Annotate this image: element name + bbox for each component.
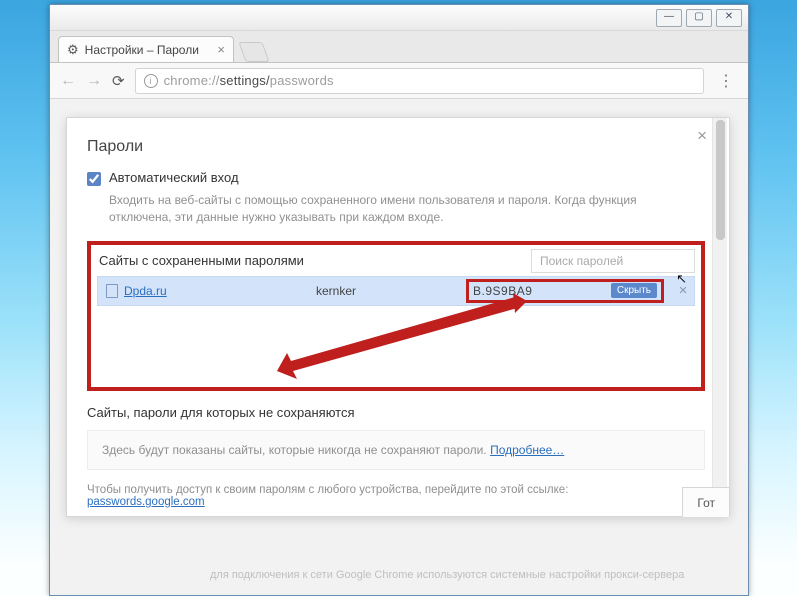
window-maximize-button[interactable]: ▢ xyxy=(686,9,712,27)
saved-passwords-title: Сайты с сохраненными паролями xyxy=(97,247,304,276)
browser-toolbar: ← → ⟳ i chrome://settings/passwords ⋮ xyxy=(50,63,748,99)
window-close-button[interactable]: ✕ xyxy=(716,9,742,27)
never-save-empty-box: Здесь будут показаны сайты, которые нико… xyxy=(87,430,705,470)
tab-settings-passwords[interactable]: ⚙ Настройки – Пароли × xyxy=(58,36,234,62)
got-it-button[interactable]: Гот xyxy=(682,487,729,517)
hide-password-button[interactable]: Скрыть xyxy=(611,283,657,298)
password-value: B.9S9BA9 xyxy=(473,284,532,298)
saved-password-row[interactable]: Dpda.ru kernker B.9S9BA9 Скрыть × xyxy=(97,276,695,306)
tab-close-icon[interactable]: × xyxy=(217,42,225,57)
overlay-footer: Чтобы получить доступ к своим паролям с … xyxy=(87,484,705,508)
auto-signin-row: Автоматический вход xyxy=(87,170,705,186)
site-info-icon[interactable]: i xyxy=(144,74,158,88)
never-save-title: Сайты, пароли для которых не сохраняются xyxy=(87,405,705,420)
background-hint-text: для подключения к сети Google Chrome исп… xyxy=(210,569,684,581)
username-cell: kernker xyxy=(308,284,458,298)
forward-button[interactable]: → xyxy=(86,72,102,90)
site-link[interactable]: Dpda.ru xyxy=(124,284,167,298)
auto-signin-checkbox[interactable] xyxy=(87,172,101,186)
reload-button[interactable]: ⟳ xyxy=(112,72,125,90)
new-tab-button[interactable] xyxy=(238,42,269,62)
gear-icon: ⚙ xyxy=(67,42,79,58)
window-titlebar: — ▢ ✕ xyxy=(50,5,748,31)
window-minimize-button[interactable]: — xyxy=(656,9,682,27)
browser-window: — ▢ ✕ ⚙ Настройки – Пароли × ← → ⟳ i chr… xyxy=(49,4,749,596)
site-cell: Dpda.ru xyxy=(98,284,308,298)
auto-signin-help: Входить на веб-сайты с помощью сохраненн… xyxy=(109,192,669,227)
back-button[interactable]: ← xyxy=(60,72,76,90)
overlay-close-button[interactable]: × xyxy=(697,126,707,146)
passwords-google-link[interactable]: passwords.google.com xyxy=(87,496,205,508)
mouse-cursor-icon: ↖ xyxy=(676,271,687,287)
search-placeholder: Поиск паролей xyxy=(540,254,623,268)
address-bar[interactable]: i chrome://settings/passwords xyxy=(135,68,704,94)
content-area: для подключения к сети Google Chrome исп… xyxy=(50,99,748,595)
password-search-input[interactable]: Поиск паролей xyxy=(531,249,695,273)
url-text: chrome://settings/passwords xyxy=(164,73,334,88)
page-icon xyxy=(106,284,118,298)
never-save-learn-more-link[interactable]: Подробнее… xyxy=(490,443,564,457)
password-cell: B.9S9BA9 Скрыть xyxy=(458,279,672,303)
tab-strip: ⚙ Настройки – Пароли × xyxy=(50,31,748,63)
overlay-title: Пароли xyxy=(87,138,705,156)
overlay-scrollbar[interactable] xyxy=(712,118,727,516)
saved-passwords-section: Сайты с сохраненными паролями Поиск паро… xyxy=(87,241,705,391)
auto-signin-label: Автоматический вход xyxy=(109,170,239,185)
passwords-overlay: × Пароли Автоматический вход Входить на … xyxy=(66,117,730,517)
tab-title: Настройки – Пароли xyxy=(85,43,199,57)
password-highlight-box: B.9S9BA9 Скрыть xyxy=(466,279,664,303)
browser-menu-button[interactable]: ⋮ xyxy=(714,71,738,91)
